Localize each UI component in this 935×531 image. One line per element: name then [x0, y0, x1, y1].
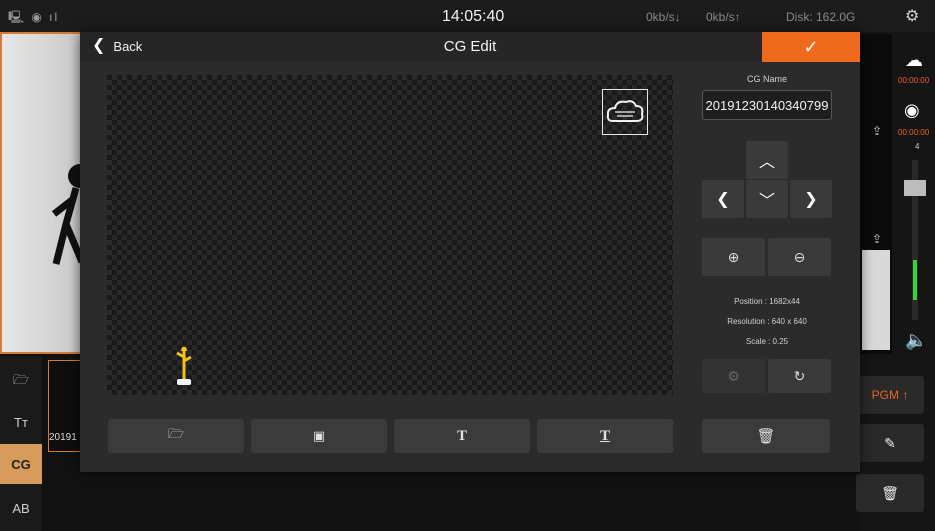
back-button[interactable]: ❮ Back	[92, 38, 142, 54]
ab-tab[interactable]: AB	[0, 488, 42, 528]
background-preview	[0, 32, 92, 354]
cg-overlay-item[interactable]	[602, 89, 648, 135]
cloud-icon[interactable]: ☁	[905, 50, 923, 71]
speaker-icon[interactable]: 🔈	[905, 330, 927, 351]
cg-name-label: CG Name	[746, 74, 787, 84]
dialog-title: CG Edit	[443, 38, 497, 55]
cg-canvas[interactable]	[107, 75, 673, 395]
cg-edit-dialog: ❮ Back CG Edit ✓ CG Name ︿ ❮ ﹀ ❯	[80, 32, 860, 472]
refresh-icon: ↻	[793, 367, 806, 384]
pgm-button[interactable]: PGM ↑	[856, 376, 924, 414]
zoom-in-button[interactable]: ⊕	[702, 238, 765, 276]
folder-icon: 🗁	[167, 426, 185, 441]
anchor-point-icon[interactable]	[174, 347, 194, 389]
status-bar: 🖳 ◉ ıl 14:05:40 0kb/s↓ 0kb/s↑ Disk: 162.…	[0, 0, 935, 32]
move-up-button[interactable]: ︿	[746, 141, 788, 179]
add-image-button[interactable]: ▣	[251, 419, 387, 453]
move-right-button[interactable]: ❯	[790, 180, 832, 218]
cg-name-field[interactable]	[702, 90, 832, 120]
image-icon: ▣	[312, 428, 326, 443]
volume-fader[interactable]	[900, 160, 930, 320]
check-icon: ✓	[803, 36, 819, 57]
trash-icon: 🗑	[756, 428, 776, 445]
zoom-out-button[interactable]: ⊖	[768, 238, 831, 276]
open-folder-button[interactable]: 🗁	[108, 419, 244, 453]
gear-icon[interactable]: ⚙	[905, 6, 919, 26]
confirm-button[interactable]: ✓	[762, 32, 860, 62]
level-value: 4	[915, 142, 920, 151]
folder-icon[interactable]: 🗁	[0, 362, 42, 402]
background-sidebar: 🗁 Tт CG AB	[0, 356, 42, 531]
download-speed: 0kb/s↓	[646, 10, 681, 24]
upload-icon[interactable]: ⇪	[872, 124, 882, 138]
record-icon[interactable]: ◉	[904, 100, 920, 121]
clock: 14:05:40	[442, 8, 505, 25]
gear-icon: ⚙	[727, 367, 740, 384]
text-icon: T	[456, 427, 467, 444]
record-timer: 00:00:00	[898, 128, 930, 137]
back-label: Back	[113, 38, 143, 54]
disk-space: Disk: 162.0G	[786, 10, 856, 24]
chevron-right-icon: ❯	[804, 191, 818, 208]
chevron-left-icon: ❮	[716, 191, 730, 208]
settings-button[interactable]: ⚙	[702, 359, 765, 393]
dialog-header: ❮ Back CG Edit ✓	[80, 32, 860, 62]
edit-icon[interactable]: ✎	[856, 424, 924, 462]
move-down-button[interactable]: ﹀	[746, 180, 788, 218]
resolution-readout: Resolution : 640 x 640	[727, 317, 807, 326]
text-tab[interactable]: Tт	[0, 402, 42, 442]
background-right-preview	[862, 250, 890, 350]
delete-button[interactable]: 🗑	[702, 419, 830, 453]
cloud-icon	[606, 100, 644, 122]
chevron-down-icon: ﹀	[758, 193, 775, 210]
add-subtitle-button[interactable]: T	[537, 419, 673, 453]
trash-icon[interactable]: 🗑	[856, 474, 924, 512]
cg-thumbnail-label: 20191	[49, 432, 77, 443]
move-left-button[interactable]: ❮	[702, 180, 744, 218]
subtitle-text-icon: T	[599, 427, 610, 444]
scale-readout: Scale : 0.25	[745, 337, 789, 346]
stream-timer: 00:00:00	[898, 76, 930, 85]
cg-tab[interactable]: CG	[0, 444, 42, 484]
network-status-icons: 🖳 ◉ ıl	[8, 10, 60, 24]
chevron-left-icon: ❮	[92, 37, 106, 54]
upload-icon[interactable]: ⇪	[872, 232, 882, 246]
reset-button[interactable]: ↻	[768, 359, 831, 393]
upload-speed: 0kb/s↑	[706, 10, 741, 24]
position-readout: Position : 1682x44	[734, 297, 800, 306]
chevron-up-icon: ︿	[758, 154, 775, 171]
minus-circle-icon: ⊖	[793, 248, 806, 265]
add-text-button[interactable]: T	[394, 419, 530, 453]
plus-circle-icon: ⊕	[727, 248, 740, 265]
